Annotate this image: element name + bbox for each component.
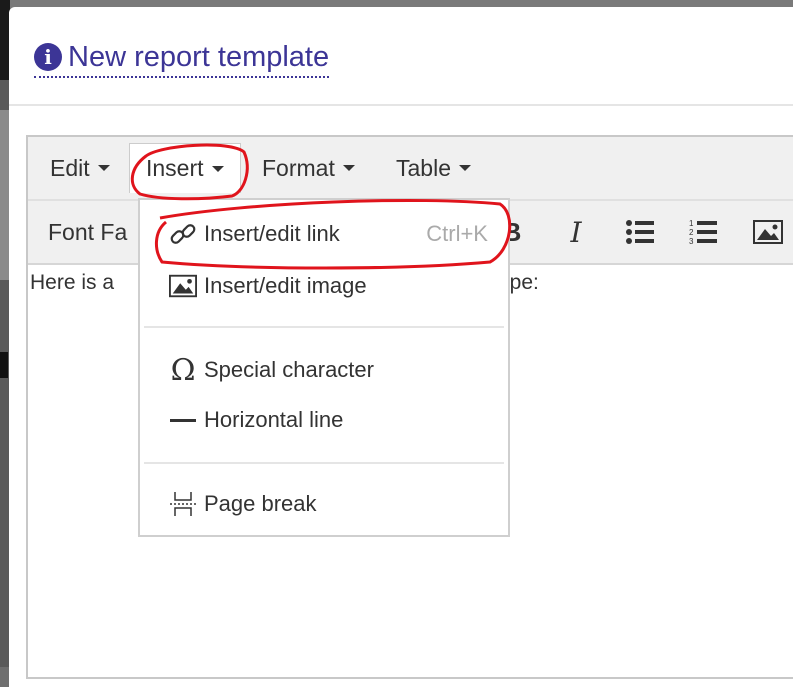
font-family-select[interactable]: Font Fa	[48, 219, 127, 246]
menu-item-insert-link[interactable]: Insert/edit link Ctrl+K	[168, 214, 488, 254]
omega-icon: Ω	[170, 352, 196, 388]
bullet-list-button[interactable]	[622, 215, 658, 249]
image-icon	[753, 220, 783, 244]
link-icon	[168, 219, 198, 249]
italic-icon: I	[570, 215, 582, 249]
dialog-header: i New report template	[9, 7, 793, 106]
menu-item-horizontal-line[interactable]: Horizontal line	[168, 400, 488, 440]
numbered-list-button[interactable]: 123	[685, 215, 721, 249]
svg-text:3: 3	[689, 237, 694, 246]
dialog-title[interactable]: i New report template	[34, 40, 330, 78]
menu-format[interactable]: Format	[246, 143, 371, 193]
insert-menu-dropdown: Insert/edit link Ctrl+K Insert/edit imag…	[138, 198, 510, 537]
shortcut-label: Ctrl+K	[426, 221, 488, 246]
editor-menubar: Edit Insert Format Table	[28, 137, 793, 201]
svg-text:2: 2	[689, 228, 694, 237]
horizontal-line-icon	[168, 405, 198, 435]
info-circle-icon: i	[34, 43, 62, 71]
italic-button[interactable]: I	[558, 215, 594, 249]
dialog-title-text: New report template	[68, 41, 330, 73]
menu-item-special-character[interactable]: Ω Special character	[168, 350, 488, 390]
image-icon	[168, 271, 198, 301]
bullet-list-icon	[626, 220, 654, 244]
insert-image-button[interactable]	[750, 215, 786, 249]
svg-text:1: 1	[689, 219, 694, 228]
menu-item-page-break[interactable]: Page break	[168, 484, 488, 524]
chevron-down-icon	[342, 165, 355, 171]
chevron-down-icon	[97, 165, 110, 171]
menu-edit[interactable]: Edit	[34, 143, 126, 193]
numbered-list-icon: 123	[689, 219, 717, 246]
menu-insert[interactable]: Insert	[129, 143, 241, 193]
chevron-down-icon	[211, 165, 224, 172]
editor-content-end[interactable]: ipe:	[505, 271, 539, 295]
menu-divider	[144, 462, 504, 464]
menu-table[interactable]: Table	[380, 143, 487, 193]
editor-content-start[interactable]: Here is a	[30, 271, 114, 295]
menu-divider	[144, 326, 504, 328]
page-break-icon	[168, 489, 198, 519]
chevron-down-icon	[458, 165, 471, 171]
menu-item-insert-image[interactable]: Insert/edit image	[168, 266, 488, 306]
